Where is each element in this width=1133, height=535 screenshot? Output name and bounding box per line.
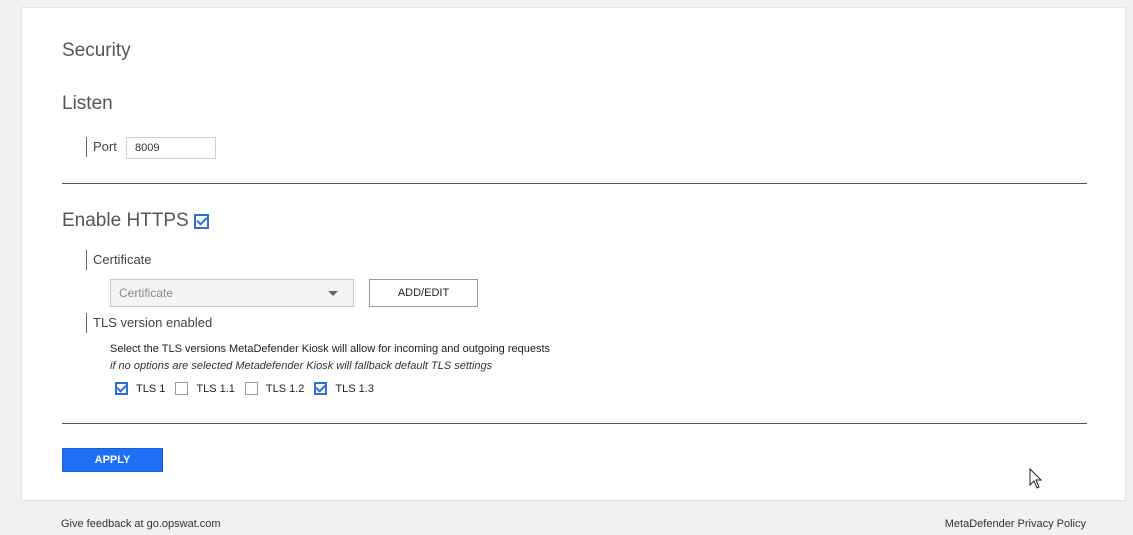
tls-1-label: TLS 1 <box>136 382 166 395</box>
section-divider <box>62 423 1087 424</box>
tls-1-2-label: TLS 1.2 <box>265 382 305 395</box>
tls-version-label: TLS version enabled <box>86 313 212 333</box>
feedback-link[interactable]: Give feedback at go.opswat.com <box>61 518 221 530</box>
tls-option-1-2[interactable]: TLS 1.2 <box>244 382 305 395</box>
tls-option-1-1[interactable]: TLS 1.1 <box>175 382 235 395</box>
add-edit-certificate-button[interactable]: ADD/EDIT <box>369 279 478 307</box>
caret-down-icon <box>328 291 338 296</box>
https-section-title: Enable HTTPS <box>62 210 209 232</box>
tls-option-1-3[interactable]: TLS 1.3 <box>314 382 374 395</box>
tls-1-3-checkbox[interactable] <box>314 382 328 395</box>
certificate-select-value: Certificate <box>119 286 174 300</box>
tls-option-1[interactable]: TLS 1 <box>115 382 165 395</box>
tls-1-3-label: TLS 1.3 <box>335 382 374 395</box>
tls-1-1-label: TLS 1.1 <box>196 382 235 395</box>
tls-options: TLS 1 TLS 1.1 TLS 1.2 TLS 1.3 <box>115 382 384 395</box>
security-settings-card: Security Listen Port Enable HTTPS Certif… <box>21 7 1126 501</box>
certificate-select[interactable]: Certificate <box>110 279 354 307</box>
apply-button[interactable]: APPLY <box>62 448 163 472</box>
enable-https-checkbox[interactable] <box>193 213 209 229</box>
port-label: Port <box>86 137 117 157</box>
certificate-label: Certificate <box>86 250 152 270</box>
privacy-policy-link[interactable]: MetaDefender Privacy Policy <box>945 518 1086 530</box>
tls-1-1-checkbox[interactable] <box>175 382 189 395</box>
port-input[interactable] <box>126 137 216 159</box>
tls-1-2-checkbox[interactable] <box>244 382 258 395</box>
tls-1-checkbox[interactable] <box>115 382 128 395</box>
tls-description: Select the TLS versions MetaDefender Kio… <box>110 343 551 355</box>
https-title-text: Enable HTTPS <box>62 210 189 231</box>
tls-fallback-note: if no options are selected Metadefender … <box>110 360 493 372</box>
section-divider <box>62 183 1087 184</box>
page-title: Security <box>62 40 131 61</box>
listen-section-title: Listen <box>62 93 113 114</box>
mouse-pointer-icon <box>1029 468 1043 489</box>
